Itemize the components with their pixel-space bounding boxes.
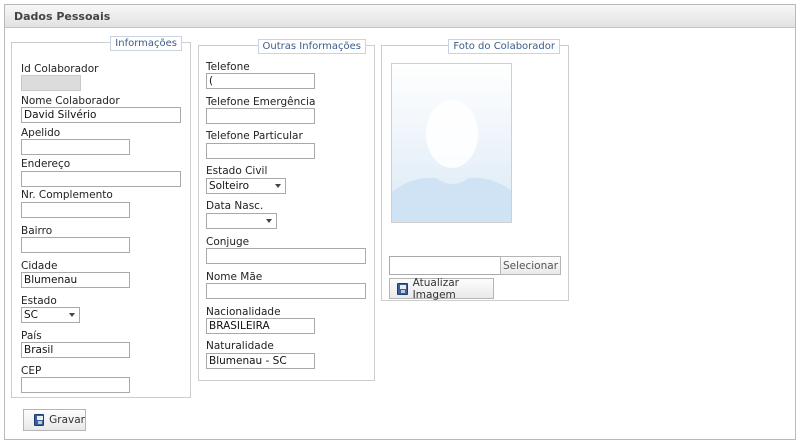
- legend-foto-colaborador: Foto do Colaborador: [448, 39, 560, 54]
- fieldset-informacoes: Informações Id Colaborador Nome Colabora…: [11, 36, 191, 398]
- chevron-down-icon: [69, 313, 75, 317]
- pais-field[interactable]: Brasil: [21, 342, 130, 358]
- nacionalidade-label: Nacionalidade: [206, 306, 281, 318]
- nome-mae-label: Nome Mãe: [206, 271, 263, 283]
- cep-label: CEP: [21, 365, 42, 377]
- telefone-emergencia-label: Telefone Emergência: [206, 96, 316, 108]
- estado-label: Estado: [21, 295, 57, 307]
- save-icon: [397, 282, 408, 295]
- pais-label: País: [21, 330, 42, 342]
- legend-outras-informacoes: Outras Informações: [257, 39, 366, 54]
- save-icon: [34, 414, 45, 426]
- conjuge-field[interactable]: [206, 248, 366, 264]
- id-colaborador-field[interactable]: [21, 75, 81, 91]
- telefone-emergencia-field[interactable]: [206, 108, 315, 124]
- bairro-field[interactable]: [21, 237, 130, 253]
- bairro-label: Bairro: [21, 225, 53, 237]
- estado-select[interactable]: SC: [21, 307, 80, 323]
- estado-civil-label: Estado Civil: [206, 165, 268, 177]
- employee-photo: [391, 63, 512, 223]
- apelido-field[interactable]: [21, 139, 130, 155]
- telefone-field[interactable]: (: [206, 73, 315, 89]
- endereco-label: Endereço: [21, 158, 71, 170]
- nome-colaborador-label: Nome Colaborador: [21, 95, 120, 107]
- chevron-down-icon: [275, 184, 281, 188]
- nome-colaborador-field[interactable]: David Silvério: [21, 107, 181, 123]
- nome-mae-field[interactable]: [206, 283, 366, 299]
- data-nasc-label: Data Nasc.: [206, 200, 264, 212]
- estado-value: SC: [24, 309, 38, 321]
- fieldset-foto-colaborador: Foto do Colaborador Selecionar Atualizar: [381, 39, 569, 301]
- nr-complemento-label: Nr. Complemento: [21, 189, 113, 201]
- apelido-label: Apelido: [21, 127, 61, 139]
- gravar-button[interactable]: Gravar: [23, 409, 86, 431]
- endereco-field[interactable]: [21, 171, 181, 187]
- estado-civil-value: Solteiro: [209, 180, 250, 192]
- fieldset-outras-informacoes: Outras Informações Telefone ( Telefone E…: [198, 39, 375, 381]
- naturalidade-label: Naturalidade: [206, 340, 274, 352]
- atualizar-imagem-label: Atualizar Imagem: [412, 276, 459, 301]
- chevron-down-icon: [266, 219, 272, 223]
- panel-title: Dados Pessoais: [5, 5, 795, 28]
- cidade-field[interactable]: Blumenau: [21, 272, 130, 288]
- selecionar-label: Selecionar: [502, 259, 559, 272]
- estado-civil-select[interactable]: Solteiro: [206, 178, 286, 194]
- nr-complemento-field[interactable]: [21, 202, 130, 218]
- cep-field[interactable]: [21, 377, 130, 393]
- telefone-particular-label: Telefone Particular: [206, 130, 303, 142]
- photo-placeholder-icon: [392, 64, 511, 222]
- data-nasc-select[interactable]: [206, 213, 277, 229]
- legend-informacoes: Informações: [110, 36, 182, 51]
- id-colaborador-label: Id Colaborador: [21, 63, 99, 75]
- cidade-label: Cidade: [21, 260, 58, 272]
- dados-pessoais-panel: Dados Pessoais Informações Id Colaborado…: [4, 4, 796, 440]
- conjuge-label: Conjuge: [206, 236, 250, 248]
- nacionalidade-field[interactable]: BRASILEIRA: [206, 318, 315, 334]
- photo-file-field[interactable]: [389, 256, 505, 275]
- telefone-label: Telefone: [206, 61, 250, 73]
- naturalidade-field[interactable]: Blumenau - SC: [206, 353, 315, 369]
- atualizar-imagem-button[interactable]: Atualizar Imagem: [389, 276, 494, 301]
- selecionar-button[interactable]: Selecionar: [500, 256, 561, 275]
- telefone-particular-field[interactable]: [206, 143, 315, 159]
- gravar-label: Gravar: [49, 414, 85, 426]
